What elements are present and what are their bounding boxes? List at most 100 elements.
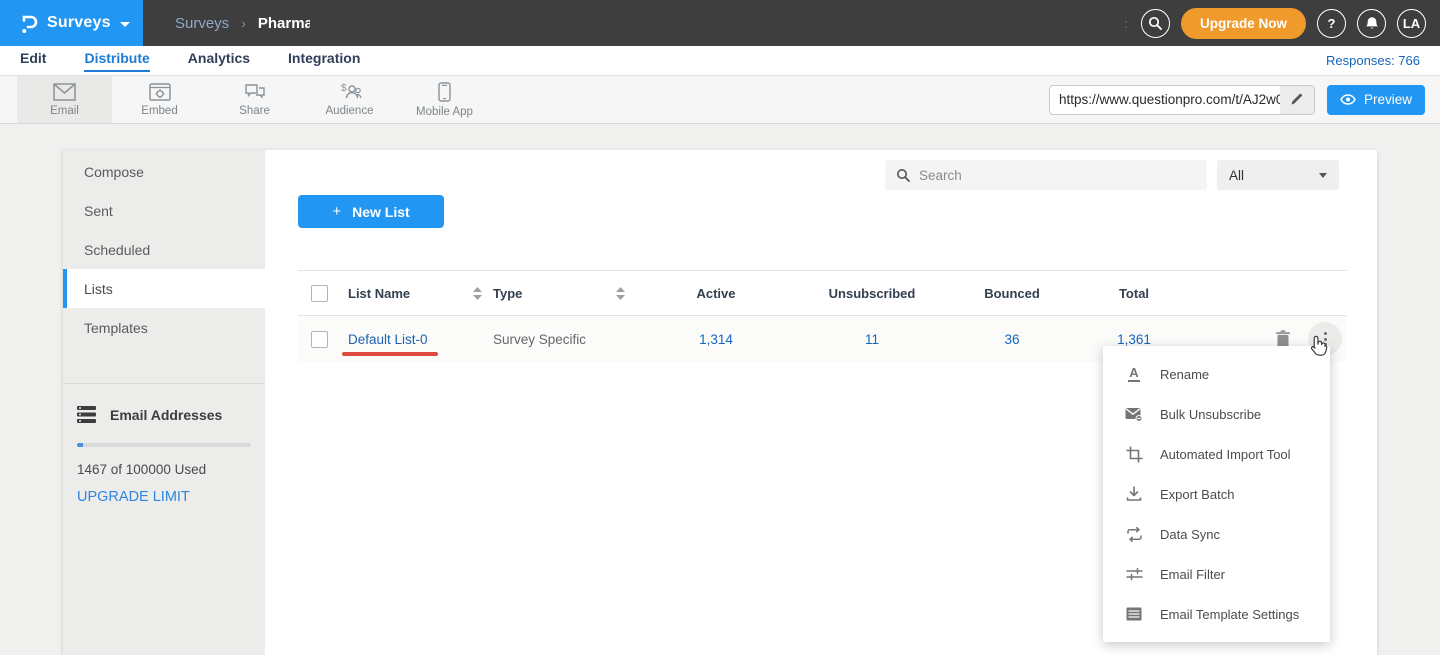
plus-icon: + (332, 203, 341, 220)
speech-bubbles-icon (244, 83, 266, 101)
preview-button[interactable]: Preview (1327, 85, 1425, 115)
toolbar-item-label: Email (50, 105, 79, 117)
header-list-name[interactable]: List Name (348, 286, 473, 301)
table-header-row: List Name Type Active Unsubscribed Bounc… (298, 270, 1347, 316)
sliders-icon (1124, 567, 1144, 581)
menu-item-label: Bulk Unsubscribe (1160, 407, 1261, 422)
menu-item-label: Email Template Settings (1160, 607, 1299, 622)
email-addresses-section: Email Addresses 1467 of 100000 Used UPGR… (63, 384, 265, 505)
total-count[interactable]: 1,361 (1076, 332, 1192, 347)
distribute-toolbar: Email Embed Share $ Audience Mobile App … (0, 76, 1440, 124)
menu-item-email-template-settings[interactable]: Email Template Settings (1103, 594, 1330, 634)
menu-item-bulk-unsubscribe[interactable]: Bulk Unsubscribe (1103, 394, 1330, 434)
tab-distribute[interactable]: Distribute (84, 50, 149, 72)
chevron-down-icon (120, 22, 130, 27)
download-icon (1124, 486, 1144, 502)
menu-item-label: Export Batch (1160, 487, 1234, 502)
tabs: Edit Distribute Analytics Integration (20, 50, 360, 72)
tab-analytics[interactable]: Analytics (188, 50, 250, 72)
menu-item-label: Rename (1160, 367, 1209, 382)
top-bar: Surveys Surveys › Pharma : Upgrade Now ?… (0, 0, 1440, 46)
menu-item-label: Data Sync (1160, 527, 1220, 542)
filter-selected-value: All (1229, 168, 1244, 183)
eye-icon (1340, 94, 1356, 105)
embed-window-gear-icon (149, 83, 171, 101)
usage-progress-bar (77, 443, 251, 447)
toolbar-right: https://www.questionpro.com/t/AJ2w0Z0 Pr… (1049, 76, 1440, 123)
sidebar-item-sent[interactable]: Sent (63, 191, 265, 230)
tab-integration[interactable]: Integration (288, 50, 360, 72)
row-checkbox[interactable] (311, 331, 328, 348)
responses-count[interactable]: Responses: 766 (1326, 53, 1420, 68)
sidebar-item-scheduled[interactable]: Scheduled (63, 230, 265, 269)
overflow-mark: : (1124, 16, 1128, 31)
sort-icon[interactable] (473, 287, 493, 300)
breadcrumb-surveys-link[interactable]: Surveys (175, 15, 229, 32)
toolbar-item-embed[interactable]: Embed (112, 76, 207, 123)
topbar-actions: : Upgrade Now ? LA (1124, 8, 1440, 39)
upgrade-limit-link[interactable]: UPGRADE LIMIT (77, 489, 251, 505)
list-filter-select[interactable]: All (1217, 160, 1339, 190)
notifications-button[interactable] (1357, 9, 1386, 38)
toolbar-item-label: Share (239, 105, 270, 117)
header-type[interactable]: Type (493, 286, 616, 301)
toolbar-item-mobile-app[interactable]: Mobile App (397, 76, 492, 123)
avatar[interactable]: LA (1397, 9, 1426, 38)
select-all-checkbox[interactable] (311, 285, 328, 302)
search-icon (896, 168, 910, 182)
list-name-link[interactable]: Default List-0 (348, 332, 428, 347)
menu-item-automated-import[interactable]: Automated Import Tool (1103, 434, 1330, 474)
sidebar-item-compose[interactable]: Compose (63, 152, 265, 191)
sort-icon[interactable] (616, 287, 636, 300)
upgrade-now-button[interactable]: Upgrade Now (1181, 8, 1306, 39)
envelope-icon (53, 83, 76, 101)
breadcrumb-survey-name: Pharma (258, 15, 310, 32)
active-count[interactable]: 1,314 (636, 332, 796, 347)
mouse-cursor-icon (1306, 334, 1328, 358)
template-icon (1124, 607, 1144, 621)
breadcrumb: Surveys › Pharma (175, 15, 310, 32)
edit-url-button[interactable] (1280, 86, 1314, 114)
toolbar-item-label: Embed (141, 105, 177, 117)
list-actions-menu: A Rename Bulk Unsubscribe Automated Impo… (1103, 346, 1330, 642)
tab-edit[interactable]: Edit (20, 50, 46, 72)
new-list-button[interactable]: + New List (298, 195, 444, 228)
help-button[interactable]: ? (1317, 9, 1346, 38)
audience-dollar-people-icon: $ (338, 82, 362, 101)
bounced-count[interactable]: 36 (948, 332, 1076, 347)
crop-icon (1124, 446, 1144, 463)
svg-text:$: $ (341, 83, 347, 94)
questionpro-logo-icon (19, 12, 38, 35)
toolbar-item-label: Mobile App (416, 106, 473, 118)
new-list-label: New List (352, 204, 410, 220)
unsubscribed-count[interactable]: 11 (796, 332, 948, 347)
sidebar-item-templates[interactable]: Templates (63, 308, 265, 347)
header-active: Active (636, 286, 796, 301)
menu-item-label: Automated Import Tool (1160, 447, 1291, 462)
menu-item-export-batch[interactable]: Export Batch (1103, 474, 1330, 514)
header-unsubscribed: Unsubscribed (796, 286, 948, 301)
text-format-icon: A (1124, 366, 1144, 382)
preview-label: Preview (1364, 92, 1412, 107)
sidebar-item-lists[interactable]: Lists (63, 269, 265, 308)
menu-item-data-sync[interactable]: Data Sync (1103, 514, 1330, 554)
list-search-input[interactable]: Search (885, 160, 1207, 190)
product-switcher[interactable]: Surveys (0, 0, 143, 46)
email-addresses-title: Email Addresses (110, 407, 222, 423)
survey-url-text: https://www.questionpro.com/t/AJ2w0Z0 (1050, 92, 1280, 107)
search-button[interactable] (1141, 9, 1170, 38)
survey-url-field[interactable]: https://www.questionpro.com/t/AJ2w0Z0 (1049, 85, 1315, 115)
menu-item-label: Email Filter (1160, 567, 1225, 582)
header-bounced: Bounced (948, 286, 1076, 301)
menu-item-rename[interactable]: A Rename (1103, 354, 1330, 394)
repeat-icon (1124, 527, 1144, 542)
toolbar-item-email[interactable]: Email (17, 76, 112, 123)
toolbar-item-audience[interactable]: $ Audience (302, 76, 397, 123)
toolbar-item-share[interactable]: Share (207, 76, 302, 123)
usage-progress-fill (77, 443, 83, 447)
menu-item-email-filter[interactable]: Email Filter (1103, 554, 1330, 594)
header-total: Total (1076, 286, 1192, 301)
envelope-remove-icon (1124, 407, 1144, 422)
toolbar-item-label: Audience (326, 105, 374, 117)
survey-tab-bar: Edit Distribute Analytics Integration Re… (0, 46, 1440, 76)
